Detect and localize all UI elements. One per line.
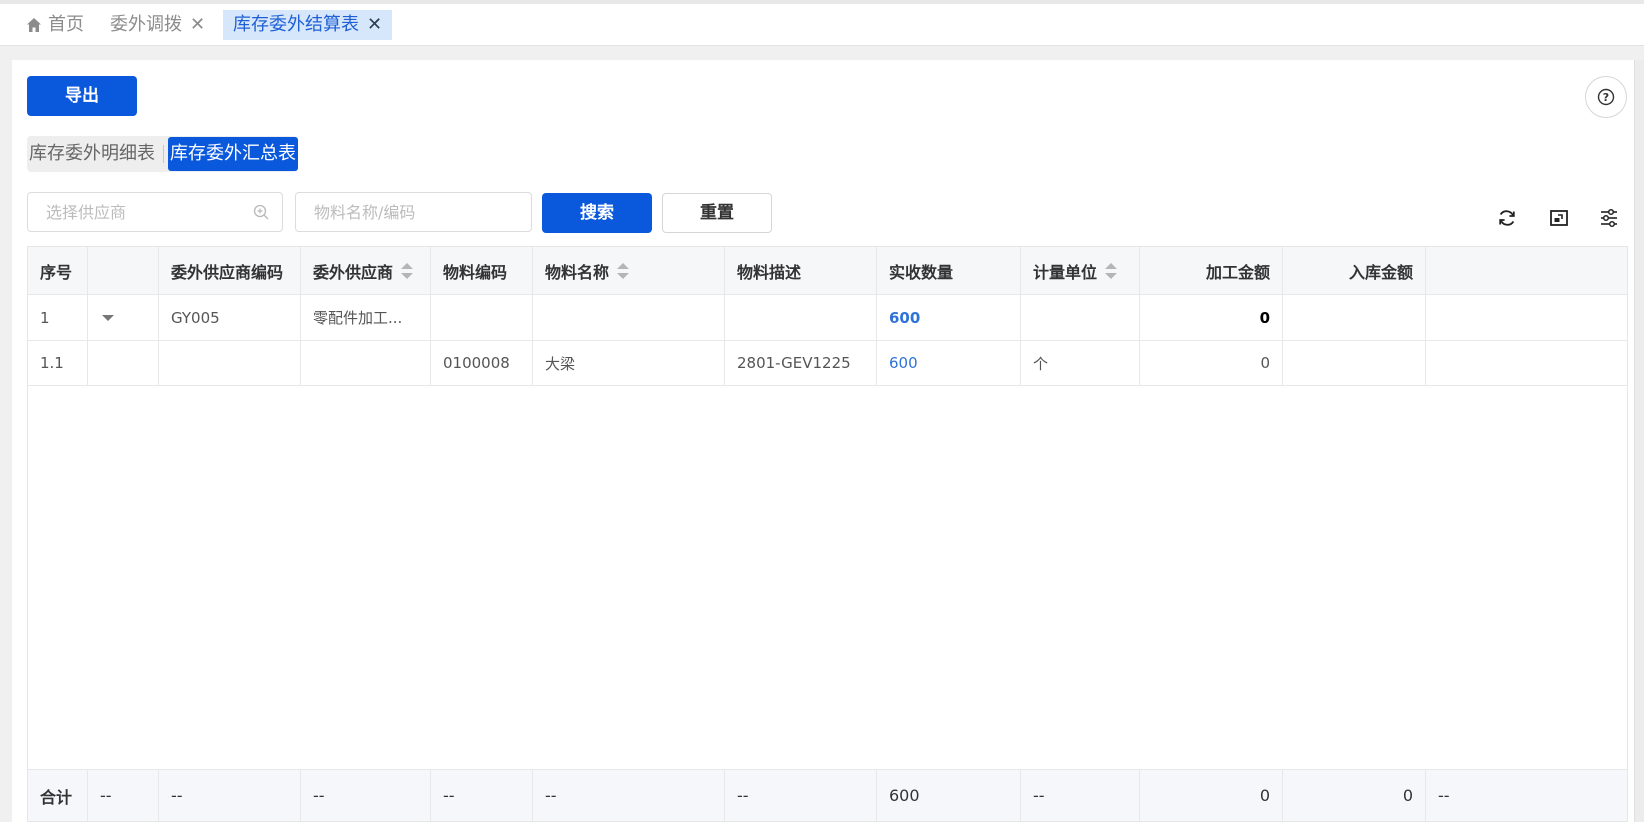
cell-process-amount: 0 (1140, 341, 1283, 385)
caret-down-icon[interactable] (102, 314, 114, 321)
cell-supplier-code: GY005 (159, 295, 301, 340)
expand-toggle[interactable] (88, 295, 159, 340)
tab-home-label: 首页 (48, 14, 84, 35)
help-icon: ? (1597, 88, 1615, 106)
table-row[interactable]: 1.1 0100008 大梁 2801-GEV1225 600 个 0 (28, 341, 1627, 386)
cell-material-name: 大梁 (533, 341, 725, 385)
summary-cell: -- (88, 770, 159, 821)
column-settings-icon[interactable] (1598, 207, 1620, 229)
summary-qty: 600 (877, 770, 1021, 821)
table-footer-summary: 合计 -- -- -- -- -- -- 600 -- 0 0 -- (28, 769, 1627, 821)
home-icon (27, 18, 41, 32)
summary-cell: -- (725, 770, 877, 821)
tab-home[interactable]: 首页 (26, 10, 84, 40)
sort-icon[interactable] (1105, 262, 1118, 279)
table-row[interactable]: 1 GY005 零配件加工... 600 0 (28, 295, 1627, 341)
col-expand (88, 247, 159, 294)
sort-icon[interactable] (617, 262, 630, 279)
main-panel: 导出 ? 库存委外明细表 库存委外汇总表 搜索 重置 (12, 60, 1644, 822)
cell-material-code: 0100008 (431, 341, 533, 385)
divider (163, 145, 164, 163)
col-extra (1426, 247, 1627, 294)
col-stock-amount: 入库金额 (1283, 247, 1426, 294)
close-icon[interactable]: ✕ (190, 10, 205, 40)
settlement-table: 序号 委外供应商编码 委外供应商 物料编码 物料名称 物料描述 实收数量 计量单… (27, 246, 1628, 822)
help-glyph: ? (1603, 91, 1609, 104)
summary-label: 合计 (28, 770, 88, 821)
cell-unit (1021, 295, 1140, 340)
material-search-input[interactable] (295, 192, 532, 232)
summary-cell: -- (1438, 786, 1450, 805)
close-icon[interactable]: ✕ (367, 10, 382, 40)
help-button[interactable]: ? (1585, 76, 1627, 118)
summary-cell: -- (1021, 770, 1140, 821)
cell-supplier: 零配件加工... (301, 295, 431, 340)
tab-inventory-settlement[interactable]: 库存委外结算表 ✕ (223, 10, 393, 40)
fullscreen-icon[interactable] (1548, 207, 1570, 229)
refresh-icon[interactable] (1496, 207, 1518, 229)
seg-summary-report[interactable]: 库存委外汇总表 (168, 137, 298, 171)
sort-icon[interactable] (401, 262, 414, 279)
col-received-qty: 实收数量 (877, 247, 1021, 294)
col-supplier[interactable]: 委外供应商 (301, 247, 431, 294)
reset-button[interactable]: 重置 (662, 193, 772, 233)
cell-material-desc (725, 295, 877, 340)
summary-stock-amount: 0 (1283, 770, 1426, 821)
cell-material-code (431, 295, 533, 340)
summary-process-amount: 0 (1140, 770, 1283, 821)
scrollbar[interactable] (1634, 60, 1644, 822)
cell-seq: 1 (28, 295, 88, 340)
col-supplier-code: 委外供应商编码 (159, 247, 301, 294)
report-type-switch: 库存委外明细表 库存委外汇总表 (27, 136, 298, 172)
cell-received-qty-link[interactable]: 600 (877, 295, 1021, 340)
col-seq: 序号 (28, 247, 88, 294)
cell-unit: 个 (1021, 341, 1140, 385)
cell-extra (1426, 295, 1627, 340)
tab-label: 库存委外结算表 (233, 14, 359, 35)
cell-supplier (301, 341, 431, 385)
export-button[interactable]: 导出 (27, 76, 137, 116)
col-material-code: 物料编码 (431, 247, 533, 294)
tab-weiwai-diaobo[interactable]: 委外调拨 ✕ (110, 10, 205, 40)
tab-label: 委外调拨 (110, 14, 182, 35)
search-button[interactable]: 搜索 (542, 193, 652, 233)
zoom-in-icon[interactable] (253, 204, 269, 220)
col-unit[interactable]: 计量单位 (1021, 247, 1140, 294)
summary-cell: -- (159, 770, 301, 821)
cell-extra (1426, 341, 1627, 385)
seg-detail-report[interactable]: 库存委外明细表 (27, 137, 157, 171)
cell-material-desc: 2801-GEV1225 (725, 341, 877, 385)
cell-process-amount: 0 (1140, 295, 1283, 340)
tab-bar: 首页 委外调拨 ✕ 库存委外结算表 ✕ (0, 0, 1644, 46)
cell-supplier-code (159, 341, 301, 385)
col-material-name[interactable]: 物料名称 (533, 247, 725, 294)
table-header: 序号 委外供应商编码 委外供应商 物料编码 物料名称 物料描述 实收数量 计量单… (28, 247, 1627, 295)
cell-material-name (533, 295, 725, 340)
supplier-select[interactable] (27, 192, 283, 232)
summary-cell: -- (533, 770, 725, 821)
summary-cell: -- (431, 770, 533, 821)
summary-cell: -- (301, 770, 431, 821)
cell-expand (88, 341, 159, 385)
cell-seq: 1.1 (28, 341, 88, 385)
col-material-desc: 物料描述 (725, 247, 877, 294)
cell-stock-amount (1283, 341, 1426, 385)
col-process-amount: 加工金额 (1140, 247, 1283, 294)
cell-received-qty-link[interactable]: 600 (877, 341, 1021, 385)
cell-stock-amount (1283, 295, 1426, 340)
